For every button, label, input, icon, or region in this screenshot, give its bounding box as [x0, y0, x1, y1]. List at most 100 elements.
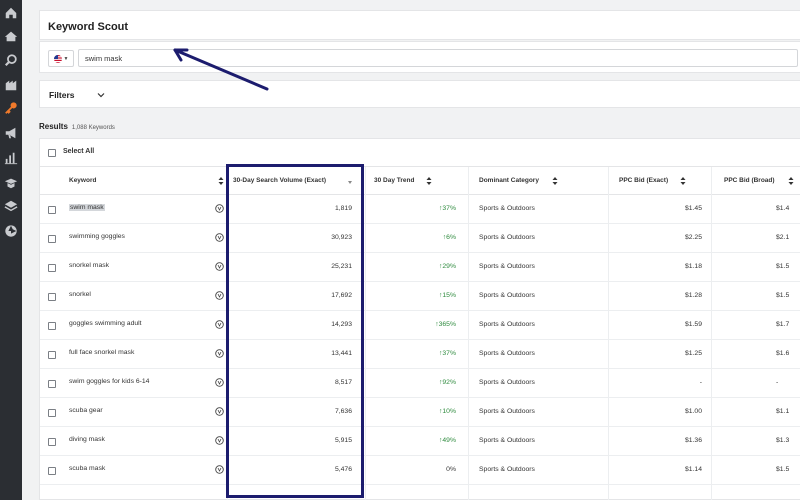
ppc-exact-cell: $1.59: [684, 321, 702, 328]
ppc-broad-cell: $1.6: [776, 350, 790, 357]
table-row[interactable]: full face snorkel mask 13,441 ↑37% Sports &…: [40, 340, 800, 369]
trend-cell: ↑49%: [438, 437, 456, 444]
category-cell: Sports & Outdoors: [479, 263, 535, 270]
category-cell: Sports & Outdoors: [479, 379, 535, 386]
table-row[interactable]: snorkel mask 25,231 ↑29% Sports & Outdoors $…: [40, 253, 800, 282]
ppc-exact-cell: $1.14: [684, 466, 702, 473]
ppc-broad-cell: $2.1: [776, 234, 790, 241]
home-icon[interactable]: [3, 5, 19, 21]
column-header-search-volume[interactable]: 30-Day Search Volume (Exact): [233, 177, 326, 184]
keyword-text: goggles swimming adult: [69, 320, 142, 327]
trend-cell: ↑365%: [435, 321, 456, 328]
column-header-ppc-exact[interactable]: PPC Bid (Exact): [619, 177, 668, 184]
category-cell: Sports & Outdoors: [479, 321, 535, 328]
row-checkbox[interactable]: [48, 409, 56, 417]
keyword-cell: snorkel mask: [69, 262, 109, 269]
row-checkbox[interactable]: [48, 235, 56, 243]
aperture-icon[interactable]: [3, 223, 19, 239]
results-label: Results: [39, 122, 68, 131]
stack-icon[interactable]: [3, 198, 19, 214]
keyword-cell: snorkel: [69, 291, 91, 298]
keyword-text: diving mask: [69, 436, 105, 443]
ppc-exact-cell: $1.28: [684, 292, 702, 299]
amazon-search-icon[interactable]: [215, 349, 224, 358]
sort-desc-icon[interactable]: [347, 178, 353, 188]
select-all-row: Select All: [40, 139, 800, 167]
search-bar: ▼: [39, 41, 800, 73]
building-icon[interactable]: [3, 77, 19, 93]
select-all-checkbox[interactable]: [48, 149, 56, 157]
category-cell: Sports & Outdoors: [479, 234, 535, 241]
keyword-text: swim goggles for kids 6-14: [69, 378, 150, 385]
row-checkbox[interactable]: [48, 467, 56, 475]
ppc-broad-cell: $1.5: [776, 466, 790, 473]
amazon-search-icon[interactable]: [215, 320, 224, 329]
row-checkbox[interactable]: [48, 206, 56, 214]
keyword-cell: swim goggles for kids 6-14: [69, 378, 149, 385]
sort-icon[interactable]: [426, 176, 432, 186]
us-flag-icon: [53, 54, 62, 63]
ppc-exact-cell: $1.25: [684, 350, 702, 357]
row-checkbox[interactable]: [48, 380, 56, 388]
ppc-exact-cell: -: [699, 379, 702, 386]
amazon-search-icon[interactable]: [215, 291, 224, 300]
keyword-cell: goggles swimming adult: [69, 320, 142, 327]
sort-icon[interactable]: [218, 176, 224, 186]
keyword-text: swim mask: [69, 204, 105, 211]
keyword-text: swimming goggles: [69, 233, 125, 240]
sort-icon[interactable]: [788, 176, 794, 186]
amazon-search-icon[interactable]: [215, 436, 224, 445]
ppc-exact-cell: $1.45: [684, 205, 702, 212]
table-row[interactable]: scuba gear 7,636 ↑10% Sports & Outdoors $1.0…: [40, 398, 800, 427]
filters-label: Filters: [49, 90, 75, 100]
keyword-cell: swimming goggles: [69, 233, 125, 240]
key-icon[interactable]: [3, 100, 19, 116]
table-row[interactable]: diving mask 5,915 ↑49% Sports & Outdoors $1.…: [40, 427, 800, 456]
search-volume-cell: 25,231: [331, 263, 352, 270]
filters-panel[interactable]: Filters: [39, 80, 800, 108]
select-all-label: Select All: [63, 148, 95, 155]
ppc-broad-cell: -: [776, 379, 779, 386]
row-checkbox[interactable]: [48, 351, 56, 359]
search-volume-cell: 7,636: [334, 408, 352, 415]
table-row[interactable]: snorkel 17,692 ↑15% Sports & Outdoors $1.28 $…: [40, 282, 800, 311]
trend-cell: ↑37%: [438, 205, 456, 212]
ppc-exact-cell: $1.18: [684, 263, 702, 270]
keyword-cell: diving mask: [69, 436, 105, 443]
sort-icon[interactable]: [680, 176, 686, 186]
amazon-search-icon[interactable]: [215, 204, 224, 213]
row-checkbox[interactable]: [48, 293, 56, 301]
amazon-search-icon[interactable]: [215, 407, 224, 416]
search-volume-cell: 1,819: [334, 205, 352, 212]
country-select[interactable]: ▼: [48, 50, 74, 67]
row-checkbox[interactable]: [48, 264, 56, 272]
graduation-cap-icon[interactable]: [3, 175, 19, 191]
column-header-keyword[interactable]: Keyword: [69, 177, 96, 184]
column-header-trend[interactable]: 30 Day Trend: [374, 177, 414, 184]
table-row[interactable]: swimming goggles 30,923 ↑6% Sports & Outdoo…: [40, 224, 800, 253]
amazon-search-icon[interactable]: [215, 465, 224, 474]
column-header-category[interactable]: Dominant Category: [479, 177, 539, 184]
category-cell: Sports & Outdoors: [479, 408, 535, 415]
amazon-search-icon[interactable]: [215, 233, 224, 242]
ppc-exact-cell: $2.25: [684, 234, 702, 241]
keyword-text: snorkel: [69, 291, 91, 298]
search-volume-cell: 14,293: [331, 321, 352, 328]
ppc-broad-cell: $1.7: [776, 321, 790, 328]
column-header-ppc-broad[interactable]: PPC Bid (Broad): [724, 177, 775, 184]
row-checkbox[interactable]: [48, 322, 56, 330]
megaphone-icon[interactable]: [3, 125, 19, 141]
table-row[interactable]: swim goggles for kids 6-14 8,517 ↑92% Sport…: [40, 369, 800, 398]
table-row[interactable]: goggles swimming adult 14,293 ↑365% Sports …: [40, 311, 800, 340]
search-volume-cell: 8,517: [334, 379, 352, 386]
bar-chart-icon[interactable]: [3, 150, 19, 166]
app-sidebar: [0, 0, 22, 500]
sort-icon[interactable]: [552, 176, 558, 186]
search-icon[interactable]: [3, 52, 19, 68]
amazon-search-icon[interactable]: [215, 262, 224, 271]
table-row[interactable]: swim mask 1,819 ↑37% Sports & Outdoors $1.45…: [40, 195, 800, 224]
table-row[interactable]: scuba mask 5,476 0% Sports & Outdoors $1.14 $…: [40, 456, 800, 485]
amazon-search-icon[interactable]: [215, 378, 224, 387]
house-icon[interactable]: [3, 28, 19, 44]
row-checkbox[interactable]: [48, 438, 56, 446]
